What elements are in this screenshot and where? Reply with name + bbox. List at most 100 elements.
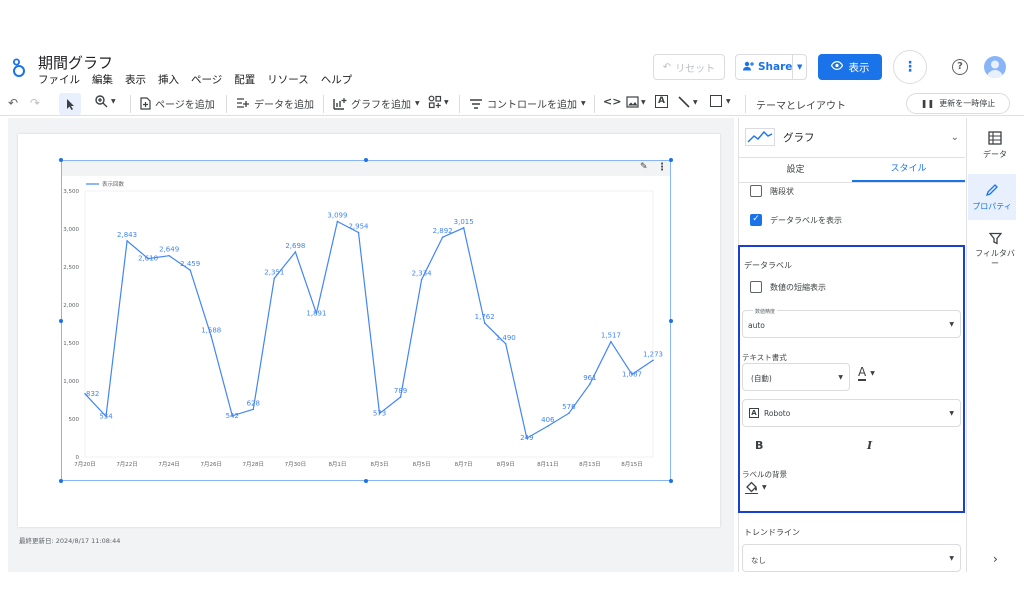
data-point[interactable]: [441, 236, 444, 239]
report-title[interactable]: 期間グラフ: [38, 52, 113, 73]
data-point[interactable]: [294, 251, 297, 253]
data-label: 2,954: [348, 222, 369, 230]
data-point[interactable]: [126, 240, 128, 242]
x-tick-label: 8月9日: [497, 461, 515, 468]
resize-handle[interactable]: [364, 158, 368, 162]
select-tool-button[interactable]: [59, 93, 81, 115]
font-family-select[interactable]: A Roboto ▼: [742, 399, 961, 427]
time-series-chart[interactable]: 0 500 1,000 1,500 2,000 2,500 3,000 3,500 7月20日…: [62, 176, 670, 474]
menu-help[interactable]: ヘルプ: [321, 72, 353, 87]
data-point[interactable]: [652, 359, 654, 362]
share-button[interactable]: Share ▼: [735, 54, 807, 80]
x-tick-label: 7月30日: [285, 461, 307, 468]
menu-file[interactable]: ファイル: [38, 72, 80, 87]
line-button[interactable]: ▼: [677, 95, 698, 109]
app-logo-icon[interactable]: [11, 56, 27, 78]
image-button[interactable]: ▼: [626, 96, 646, 108]
side-tab-filter-bar[interactable]: フィルタバー: [968, 230, 1022, 269]
font-color-button[interactable]: A ▼: [858, 366, 875, 381]
data-point[interactable]: [568, 412, 570, 415]
data-point[interactable]: [399, 396, 402, 398]
data-point[interactable]: [420, 278, 423, 281]
embed-code-icon[interactable]: <>: [603, 95, 621, 108]
compact-numbers-checkbox[interactable]: [750, 281, 762, 293]
x-tick-label: 8月13日: [579, 461, 601, 468]
stepped-checkbox[interactable]: [750, 185, 762, 197]
dropdown-arrow-icon: ▼: [949, 321, 954, 328]
theme-layout-button[interactable]: テーマとレイアウト: [756, 97, 846, 112]
more-options-button[interactable]: ⋮: [893, 50, 927, 84]
resize-handle[interactable]: [59, 158, 63, 162]
data-point[interactable]: [504, 342, 507, 345]
tab-settings[interactable]: 設定: [739, 158, 852, 182]
edit-pencil-icon[interactable]: ✎: [640, 162, 648, 172]
data-point[interactable]: [483, 322, 486, 324]
shape-button[interactable]: ▼: [710, 95, 731, 107]
data-point[interactable]: [610, 340, 612, 343]
chart-legend[interactable]: 表示回数: [86, 180, 125, 188]
chart-more-icon[interactable]: ⋮: [657, 162, 667, 173]
y-tick-label: 0: [76, 455, 80, 461]
menu-resource[interactable]: リソース: [267, 72, 308, 87]
menu-edit[interactable]: 編集: [92, 72, 113, 87]
side-tab-data[interactable]: データ: [968, 130, 1022, 160]
fill-color-icon: [745, 481, 758, 494]
y-tick-label: 2,500: [63, 265, 79, 271]
data-point[interactable]: [252, 408, 255, 411]
bold-button[interactable]: B: [755, 439, 763, 452]
menu-insert[interactable]: 挿入: [158, 72, 179, 87]
italic-button[interactable]: I: [867, 439, 872, 452]
data-point[interactable]: [336, 220, 339, 223]
data-point[interactable]: [273, 277, 276, 280]
x-tick-label: 8月5日: [413, 461, 431, 468]
add-data-button[interactable]: データを追加: [236, 96, 314, 111]
resize-handle[interactable]: [669, 479, 673, 483]
tab-style[interactable]: スタイル: [852, 158, 965, 182]
data-point[interactable]: [462, 227, 465, 229]
data-label: 3,099: [327, 211, 347, 219]
add-control-button[interactable]: コントロールを追加 ▼: [469, 96, 586, 111]
data-label: 2,610: [138, 255, 158, 263]
add-component-button[interactable]: ▼: [428, 95, 449, 109]
resize-handle[interactable]: [364, 479, 368, 483]
menu-arrange[interactable]: 配置: [234, 72, 255, 87]
menu-page[interactable]: ページ: [191, 72, 222, 87]
data-label: 2,892: [433, 227, 453, 235]
share-dropdown-icon[interactable]: ▼: [792, 55, 806, 79]
side-tab-properties[interactable]: プロパティ: [968, 174, 1016, 220]
chart-type-selector[interactable]: グラフ ⌄: [745, 124, 963, 150]
menu-view[interactable]: 表示: [125, 72, 146, 87]
data-point[interactable]: [189, 269, 191, 271]
stepped-option[interactable]: 階段状: [750, 185, 794, 197]
label-background-button[interactable]: ▼: [745, 481, 767, 494]
resize-handle[interactable]: [59, 479, 63, 483]
show-data-labels-option[interactable]: ✓ データラベルを表示: [750, 214, 842, 226]
data-label: 2,351: [264, 268, 284, 276]
pause-updates-button[interactable]: ❚❚ 更新を一時停止: [906, 93, 1010, 114]
data-point[interactable]: [168, 254, 170, 257]
data-point[interactable]: [357, 231, 360, 234]
expand-panel-chevron-icon[interactable]: ›: [993, 552, 998, 566]
resize-handle[interactable]: [669, 158, 673, 162]
show-data-labels-checkbox[interactable]: ✓: [750, 214, 762, 226]
data-point[interactable]: [210, 335, 213, 338]
data-point[interactable]: [547, 425, 549, 427]
undo-icon[interactable]: ↶: [8, 96, 18, 110]
compact-numbers-option[interactable]: 数値の短縮表示: [750, 281, 826, 293]
data-label: 961: [583, 374, 596, 382]
view-button[interactable]: 表示: [818, 54, 882, 80]
text-format-select[interactable]: (自動) ▼: [742, 363, 850, 391]
pause-icon: ❚❚: [920, 99, 935, 108]
avatar[interactable]: [984, 56, 1006, 78]
data-point[interactable]: [589, 383, 591, 385]
add-chart-button[interactable]: グラフを追加 ▼: [333, 96, 420, 111]
trendline-select[interactable]: なし ▼: [742, 544, 961, 572]
zoom-button[interactable]: ▼: [95, 95, 116, 108]
redo-icon[interactable]: ↷: [30, 96, 40, 110]
text-box-icon[interactable]: A: [655, 95, 668, 108]
reset-button[interactable]: ↶ リセット: [653, 54, 725, 80]
precision-select[interactable]: 数値精度 auto ▼: [742, 308, 961, 338]
help-icon[interactable]: ?: [952, 59, 968, 75]
pencil-icon: [985, 184, 998, 197]
add-page-button[interactable]: ページを追加: [140, 96, 215, 111]
